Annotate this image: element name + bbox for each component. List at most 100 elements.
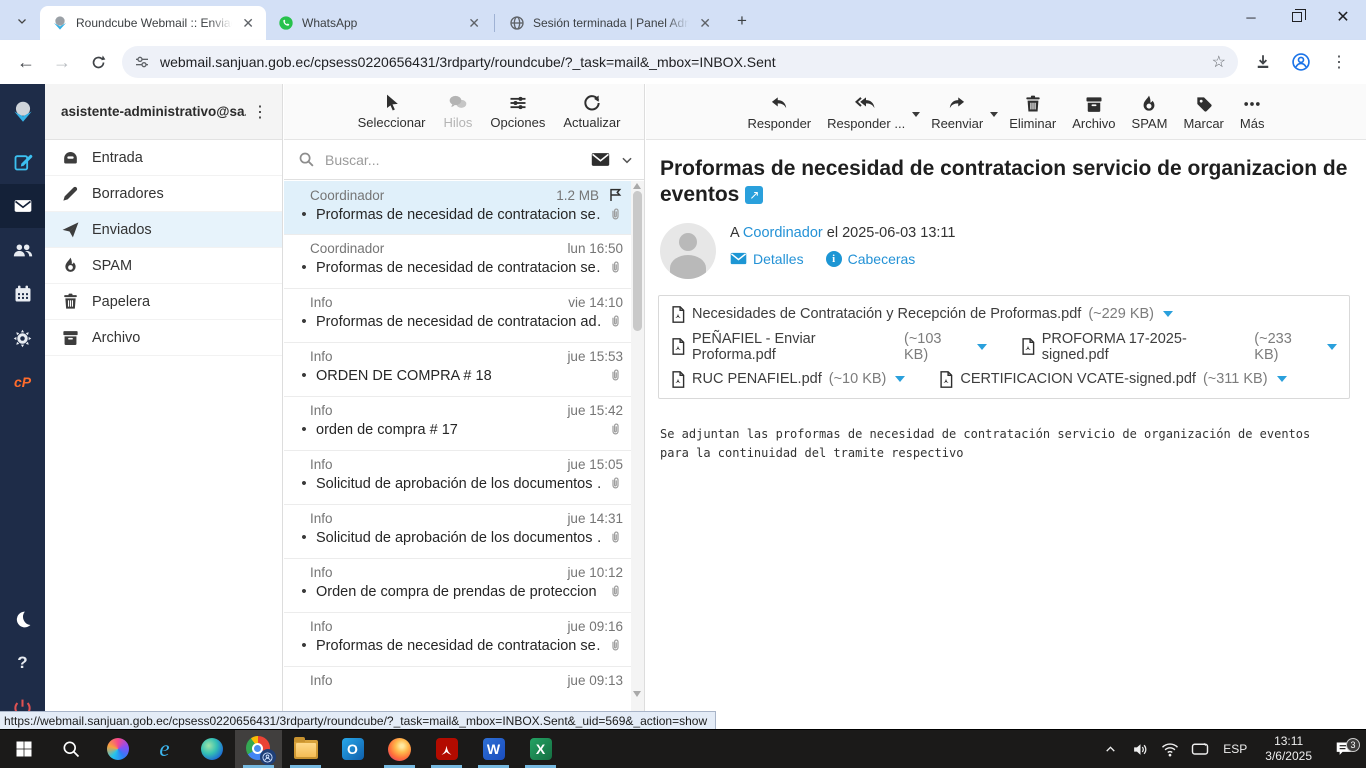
roundcube-logo-icon[interactable] [0, 84, 45, 140]
language-indicator[interactable]: ESP [1215, 742, 1255, 756]
unread-dot: • [301, 421, 307, 438]
volume-icon[interactable] [1125, 741, 1155, 758]
reply-all-button[interactable]: Responder ... [820, 90, 921, 135]
close-window-button[interactable]: ✕ [1320, 0, 1366, 34]
message-row[interactable]: Info jue 15:05 • Solicitud de aprobación d… [284, 451, 631, 505]
back-button[interactable]: ← [10, 46, 42, 78]
attachment-item[interactable]: CERTIFICACION VCATE-signed.pdf (~311 KB) [939, 370, 1287, 388]
sidebar-item-papelera[interactable]: Papelera [45, 284, 282, 320]
taskbar-search-button[interactable] [47, 730, 94, 768]
spam-button[interactable]: SPAM [1125, 90, 1175, 135]
message-row[interactable]: Info jue 10:12 • Orden de compra de prenda… [284, 559, 631, 613]
sidebar-item-entrada[interactable]: Entrada [45, 140, 282, 176]
edge-button[interactable] [188, 730, 235, 768]
sidebar-item-enviados[interactable]: Enviados [45, 212, 282, 248]
account-menu-button[interactable]: ⋮ [246, 102, 274, 122]
mark-button[interactable]: Marcar [1176, 90, 1230, 135]
restore-button[interactable] [1274, 0, 1320, 34]
tab-search-button[interactable] [8, 7, 36, 35]
help-button[interactable]: ? [0, 641, 45, 685]
settings-nav-button[interactable] [0, 316, 45, 360]
attachment-item[interactable]: PROFORMA 17-2025-signed.pdf (~233 KB) [1021, 331, 1337, 363]
reply-all-caret-icon[interactable] [912, 112, 921, 117]
tab-close-icon[interactable]: ✕ [697, 14, 713, 32]
tab-whatsapp[interactable]: WhatsApp ✕ [266, 6, 492, 40]
recipient-link[interactable]: Coordinador [743, 225, 823, 241]
attachment-item[interactable]: RUC PENAFIEL.pdf (~10 KB) [671, 370, 906, 388]
tab-close-icon[interactable]: ✕ [240, 14, 256, 32]
chrome-button[interactable] [235, 730, 282, 768]
list-scrollbar[interactable] [631, 181, 644, 729]
wifi-icon[interactable] [1155, 742, 1185, 757]
reply-button[interactable]: Responder [741, 90, 819, 135]
address-bar[interactable]: webmail.sanjuan.gob.ec/cpsess0220656431/… [122, 46, 1238, 78]
attachment-menu-caret-icon[interactable] [1163, 311, 1174, 317]
options-button[interactable]: Opciones [483, 89, 552, 134]
sidebar-item-archivo[interactable]: Archivo [45, 320, 282, 356]
scroll-down-icon[interactable] [633, 691, 641, 697]
cpanel-button[interactable]: cP [0, 360, 45, 404]
delete-button[interactable]: Eliminar [1002, 90, 1063, 135]
attachment-menu-caret-icon[interactable] [1276, 376, 1287, 382]
mail-nav-button[interactable] [0, 184, 45, 228]
firefox-button[interactable] [376, 730, 423, 768]
more-button[interactable]: Más [1233, 90, 1272, 135]
message-row[interactable]: Info jue 15:53 • ORDEN DE COMPRA # 18 [284, 343, 631, 397]
refresh-button[interactable]: Actualizar [556, 89, 627, 134]
file-explorer-button[interactable] [282, 730, 329, 768]
forward-button[interactable]: → [46, 46, 78, 78]
flag-icon[interactable] [607, 187, 623, 203]
copilot-button[interactable] [94, 730, 141, 768]
sidebar-item-borradores[interactable]: Borradores [45, 176, 282, 212]
compose-button[interactable] [0, 140, 45, 184]
message-row[interactable]: Info jue 15:42 • orden de compra # 17 [284, 397, 631, 451]
search-scope-mail-icon[interactable] [591, 152, 610, 167]
tab-close-icon[interactable]: ✕ [466, 14, 482, 32]
excel-button[interactable]: X [517, 730, 564, 768]
downloads-button[interactable] [1247, 46, 1279, 78]
threads-button[interactable]: Hilos [437, 89, 480, 134]
dark-mode-button[interactable] [0, 597, 45, 641]
internet-explorer-button[interactable]: e [141, 730, 188, 768]
start-button[interactable] [0, 730, 47, 768]
details-toggle[interactable]: Detalles [730, 251, 804, 267]
bookmark-star-icon[interactable]: ☆ [1212, 52, 1226, 72]
browser-menu-button[interactable]: ⋮ [1323, 46, 1355, 78]
attachment-menu-caret-icon[interactable] [976, 343, 987, 350]
archive-button[interactable]: Archivo [1065, 90, 1122, 135]
profile-button[interactable] [1285, 46, 1317, 78]
select-button[interactable]: Seleccionar [351, 89, 433, 134]
display-cast-icon[interactable] [1185, 742, 1215, 757]
message-row[interactable]: Coordinador lun 16:50 • Proformas de neces… [284, 235, 631, 289]
word-button[interactable]: W [470, 730, 517, 768]
forward-button[interactable]: Reenviar [924, 90, 999, 135]
message-row[interactable]: Info vie 14:10 • Proformas de necesidad de… [284, 289, 631, 343]
contacts-nav-button[interactable] [0, 228, 45, 272]
attachment-item[interactable]: Necesidades de Contratación y Recepción … [671, 305, 1174, 323]
clock[interactable]: 13:11 3/6/2025 [1255, 734, 1322, 764]
forward-caret-icon[interactable] [990, 112, 999, 117]
message-row[interactable]: Info jue 09:16 • Proformas de necesidad de… [284, 613, 631, 667]
tab-roundcube[interactable]: Roundcube Webmail :: Enviados ✕ [40, 6, 266, 40]
message-row[interactable]: Coordinador 1.2 MB • Proformas de necesi… [284, 181, 631, 235]
sidebar-item-spam[interactable]: SPAM [45, 248, 282, 284]
minimize-button[interactable]: ─ [1228, 0, 1274, 34]
attachment-item[interactable]: PEÑAFIEL - Enviar Proforma.pdf (~103 KB) [671, 331, 987, 363]
new-tab-button[interactable]: + [729, 8, 755, 34]
search-input[interactable] [325, 151, 581, 168]
reload-button[interactable] [82, 46, 114, 78]
attachment-menu-caret-icon[interactable] [1327, 343, 1337, 350]
acrobat-button[interactable] [423, 730, 470, 768]
headers-toggle[interactable]: i Cabeceras [825, 250, 915, 267]
tray-chevron-up-icon[interactable] [1095, 743, 1125, 756]
calendar-nav-button[interactable] [0, 272, 45, 316]
message-row[interactable]: Info jue 14:31 • Solicitud de aprobación d… [284, 505, 631, 559]
attachment-menu-caret-icon[interactable] [895, 376, 906, 382]
scrollbar-thumb[interactable] [633, 191, 642, 331]
scroll-up-icon[interactable] [633, 183, 641, 189]
open-in-new-window-icon[interactable]: ↗ [745, 186, 764, 205]
outlook-button[interactable]: O [329, 730, 376, 768]
search-options-chevron-icon[interactable] [620, 153, 634, 167]
notifications-button[interactable]: 3 [1322, 738, 1366, 757]
tab-panel-admin[interactable]: Sesión terminada | Panel Admin ✕ [497, 6, 723, 40]
